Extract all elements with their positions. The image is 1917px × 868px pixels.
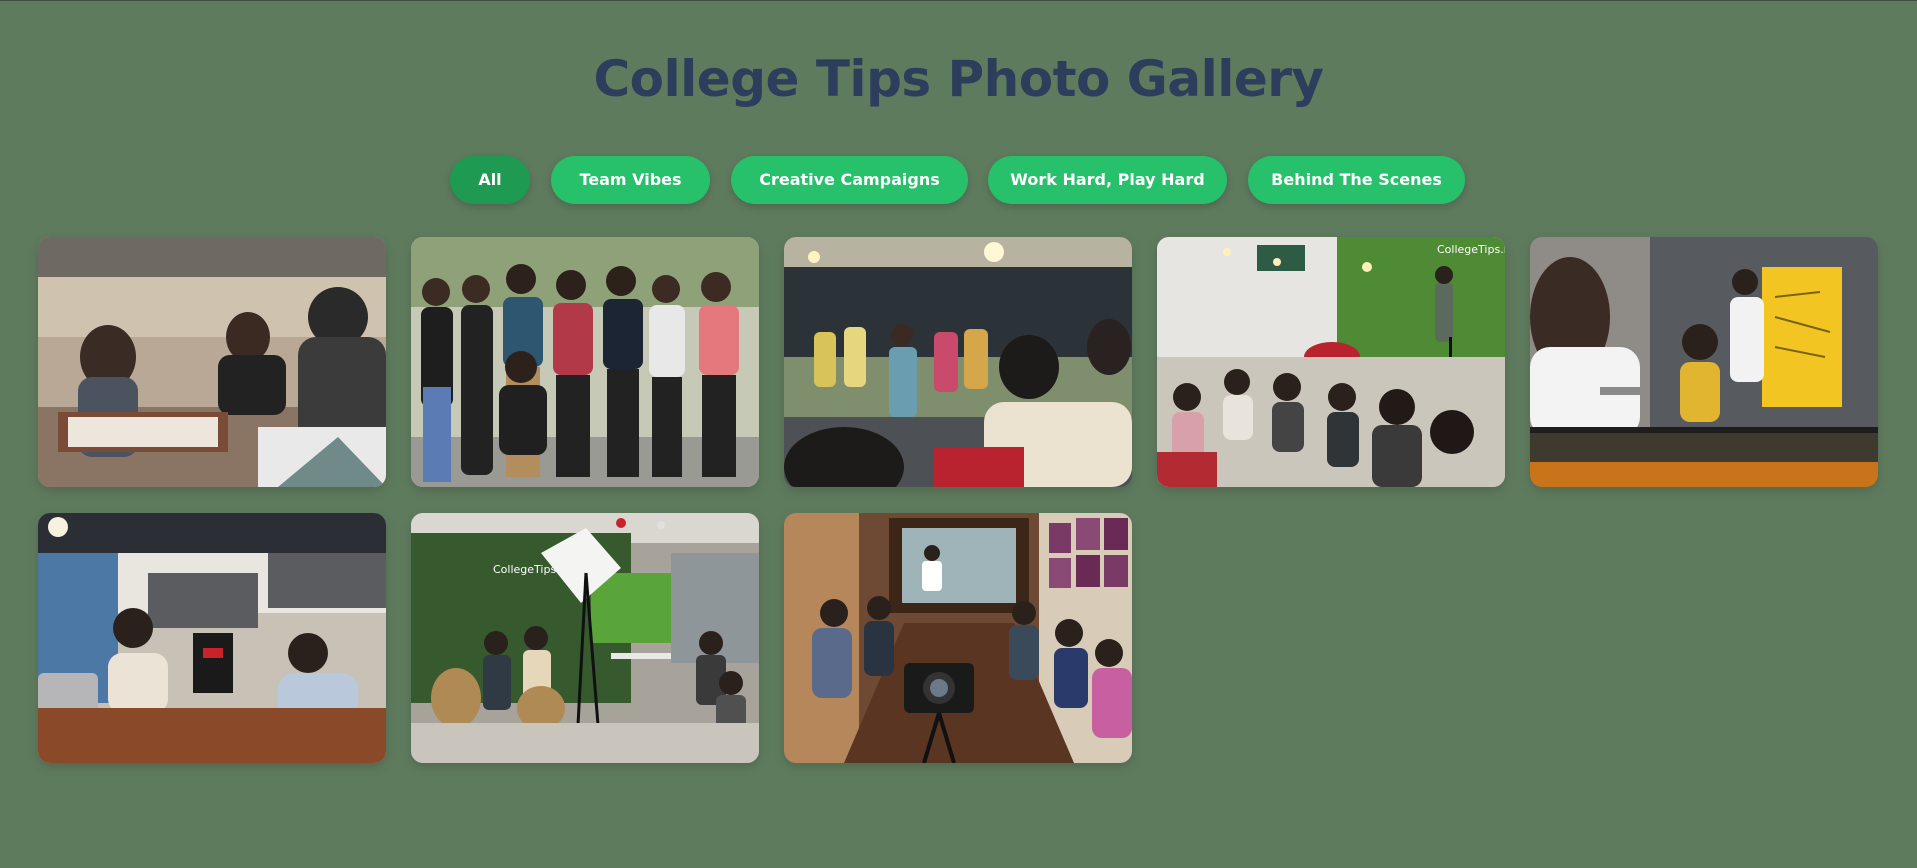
filter-work-hard-play-hard-button[interactable]: Work Hard, Play Hard (988, 156, 1227, 204)
top-border (0, 0, 1917, 1)
gallery-photo-green-wall-shoot[interactable]: CollegeTips.in (411, 513, 759, 763)
filter-creative-campaigns-button[interactable]: Creative Campaigns (731, 156, 968, 204)
studio-audience-image: CollegeTips.in (1157, 237, 1505, 487)
filter-team-vibes-button[interactable]: Team Vibes (551, 156, 710, 204)
gallery-photo-studio-audience[interactable]: CollegeTips.in (1157, 237, 1505, 487)
filter-behind-the-scenes-button[interactable]: Behind The Scenes (1248, 156, 1465, 204)
gallery-photo-dance-event[interactable] (784, 237, 1132, 487)
dance-event-image (784, 237, 1132, 487)
filter-bar: All Team Vibes Creative Campaigns Work H… (0, 156, 1917, 204)
studio-sign-text: CollegeTips.in (1437, 243, 1505, 256)
carrom-game-image (38, 237, 386, 487)
filter-all-button[interactable]: All (450, 156, 530, 204)
conference-recording-image (784, 513, 1132, 763)
gallery-photo-conference-recording[interactable] (784, 513, 1132, 763)
whiteboard-session-image (1530, 237, 1878, 487)
gallery-photo-carrom-game[interactable] (38, 237, 386, 487)
gallery-photo-team-group[interactable] (411, 237, 759, 487)
page-title: College Tips Photo Gallery (593, 50, 1324, 108)
office-coffee-image (38, 513, 386, 763)
team-group-image (411, 237, 759, 487)
gallery-photo-whiteboard-session[interactable] (1530, 237, 1878, 487)
gallery-photo-office-coffee[interactable] (38, 513, 386, 763)
green-wall-shoot-image: CollegeTips.in (411, 513, 759, 763)
